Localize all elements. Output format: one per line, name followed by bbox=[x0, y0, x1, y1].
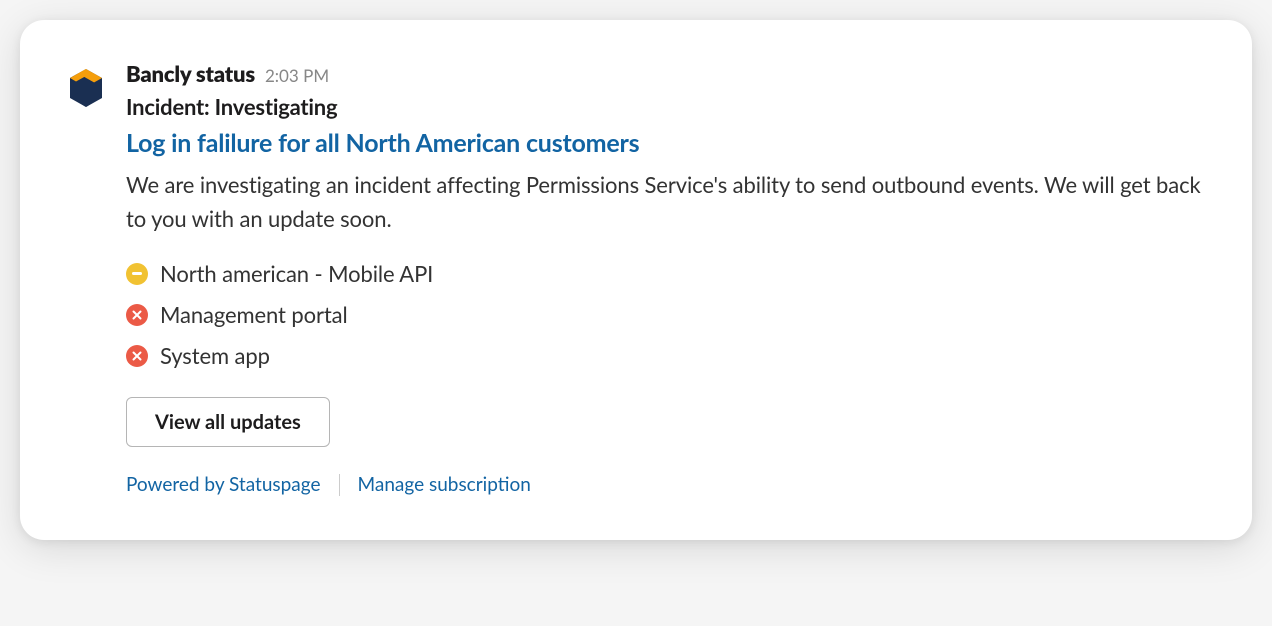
incident-status: Incident: Investigating bbox=[126, 93, 1208, 120]
sender-name[interactable]: Bancly status bbox=[126, 60, 255, 87]
component-label: System app bbox=[160, 342, 270, 369]
powered-by-link[interactable]: Powered by Statuspage bbox=[126, 473, 321, 496]
message-content: Bancly status 2:03 PM Incident: Investig… bbox=[126, 60, 1208, 496]
component-item: Management portal bbox=[126, 301, 1208, 328]
sender-avatar[interactable] bbox=[64, 66, 108, 110]
component-item: North american - Mobile API bbox=[126, 260, 1208, 287]
component-label: Management portal bbox=[160, 301, 348, 328]
component-label: North american - Mobile API bbox=[160, 260, 433, 287]
status-warning-icon bbox=[126, 263, 148, 285]
footer-links: Powered by Statuspage Manage subscriptio… bbox=[126, 473, 1208, 496]
message-timestamp[interactable]: 2:03 PM bbox=[265, 65, 329, 86]
bancly-logo-icon bbox=[64, 66, 108, 110]
status-error-icon bbox=[126, 345, 148, 367]
slack-message-card: Bancly status 2:03 PM Incident: Investig… bbox=[20, 20, 1252, 540]
manage-subscription-link[interactable]: Manage subscription bbox=[358, 473, 531, 496]
footer-divider bbox=[339, 474, 340, 496]
message-header: Bancly status 2:03 PM bbox=[126, 60, 1208, 87]
incident-title-link[interactable]: Log in falilure for all North American c… bbox=[126, 128, 1208, 158]
component-item: System app bbox=[126, 342, 1208, 369]
view-all-updates-button[interactable]: View all updates bbox=[126, 397, 330, 447]
incident-description: We are investigating an incident affecti… bbox=[126, 168, 1208, 236]
status-error-icon bbox=[126, 304, 148, 326]
affected-components-list: North american - Mobile API Management p… bbox=[126, 260, 1208, 369]
